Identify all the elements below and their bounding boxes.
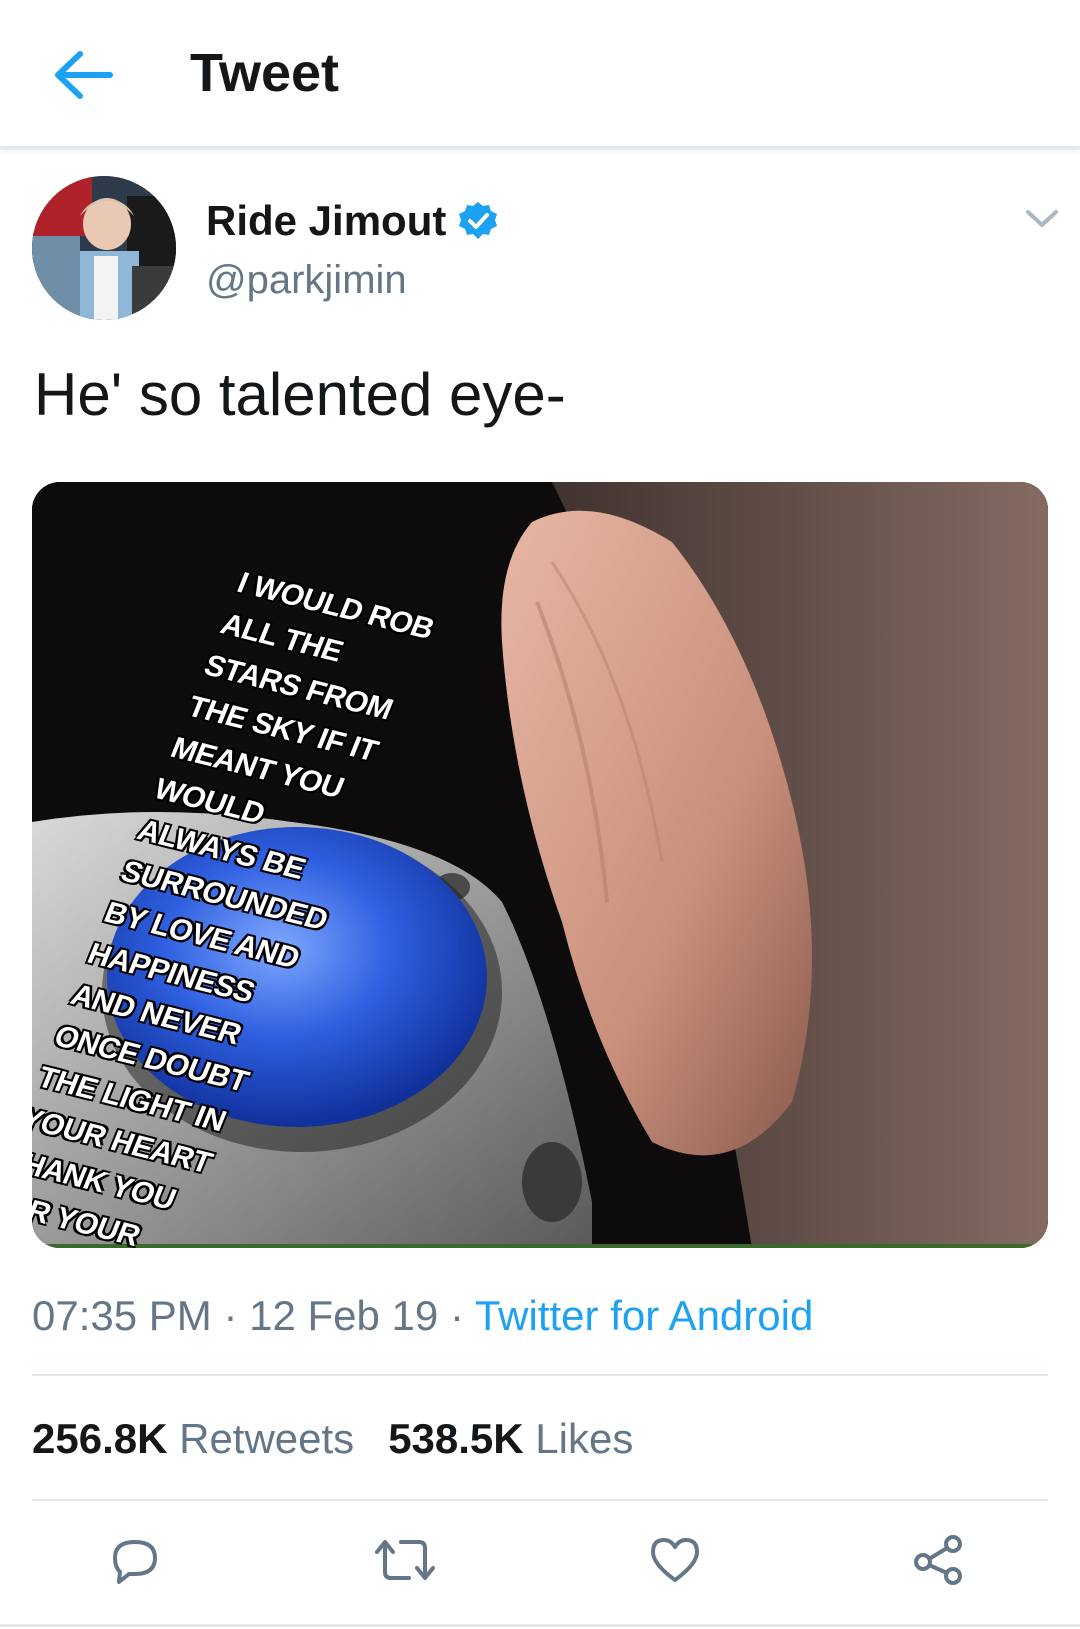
verified-badge-icon — [458, 201, 498, 241]
top-app-bar: Tweet — [0, 0, 1080, 149]
tweet-text: He' so talented eye- — [34, 361, 566, 428]
retweet-count: 256.8K — [32, 1415, 168, 1462]
retweets-stat[interactable]: 256.8K Retweets — [32, 1415, 354, 1462]
like-icon[interactable] — [640, 1530, 710, 1590]
retweet-icon[interactable] — [370, 1530, 440, 1590]
chevron-down-icon[interactable] — [1022, 206, 1062, 232]
author-name-row[interactable]: Ride Jimout — [206, 197, 498, 245]
bottom-divider — [0, 1624, 1080, 1627]
tweet-source-link[interactable]: Twitter for Android — [475, 1292, 813, 1339]
reply-icon[interactable] — [100, 1530, 170, 1590]
like-label: Likes — [535, 1415, 634, 1462]
divider — [32, 1374, 1048, 1376]
share-icon[interactable] — [904, 1530, 974, 1590]
like-count: 538.5K — [388, 1415, 524, 1462]
retweet-label: Retweets — [179, 1415, 355, 1462]
likes-stat[interactable]: 538.5K Likes — [388, 1415, 633, 1462]
avatar[interactable] — [32, 176, 176, 320]
back-arrow-icon[interactable] — [50, 48, 116, 102]
divider — [32, 1499, 1048, 1501]
page-title: Tweet — [190, 43, 340, 103]
tweet-media-image[interactable]: I WOULD ROB ALL THE STARS FROM THE SKY I… — [32, 482, 1048, 1248]
tweet-stats: 256.8K Retweets 538.5K Likes — [32, 1415, 633, 1463]
author-handle[interactable]: @parkjimin — [206, 258, 407, 303]
tweet-time: 07:35 PM — [32, 1292, 212, 1339]
tweet-date: 12 Feb 19 — [249, 1292, 439, 1339]
author-name[interactable]: Ride Jimout — [206, 197, 446, 245]
meta-separator: · — [449, 1292, 475, 1339]
tweet-meta: 07:35 PM · 12 Feb 19 · Twitter for Andro… — [32, 1292, 813, 1340]
meta-separator: · — [223, 1292, 250, 1339]
